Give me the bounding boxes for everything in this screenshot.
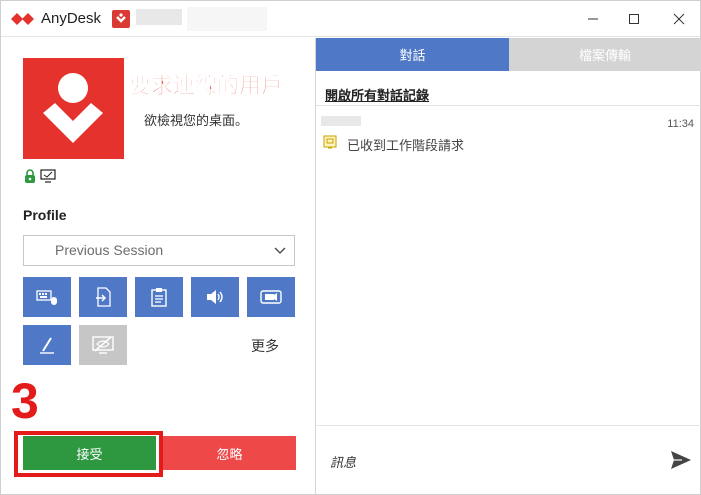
- clipboard-icon: [151, 288, 167, 307]
- more-permissions-link[interactable]: 更多: [251, 336, 279, 356]
- keyboard-mouse-icon: [36, 290, 57, 305]
- minimize-button[interactable]: [581, 7, 605, 31]
- permission-keyboard-mouse-button[interactable]: [23, 277, 71, 317]
- profile-dropdown[interactable]: Previous Session: [23, 235, 295, 266]
- permission-clipboard-button[interactable]: [135, 277, 183, 317]
- anydesk-window: AnyDesk 要求連線的用戶 欲檢視您的桌面。 Profile Previou…: [0, 0, 701, 495]
- permission-sound-button[interactable]: [191, 277, 239, 317]
- open-chat-log-link[interactable]: 開啟所有對話記錄: [325, 85, 429, 104]
- address-field[interactable]: [187, 7, 267, 31]
- session-tab-icon[interactable]: [112, 10, 130, 28]
- maximize-icon: [629, 14, 639, 24]
- permission-file-transfer-button[interactable]: [79, 277, 127, 317]
- sound-icon: [207, 290, 223, 304]
- annotation-step-number: 3: [11, 373, 39, 429]
- draw-pen-icon: [40, 337, 54, 354]
- caller-name-label: 要求連線的用戶: [129, 74, 284, 100]
- session-tab-label-redacted: [136, 9, 182, 25]
- monitor-icon: [40, 169, 56, 183]
- message-sender-redacted: [321, 116, 361, 126]
- permission-camera-button[interactable]: [247, 277, 295, 317]
- tab-file-transfer[interactable]: 檔案傳輸: [509, 38, 701, 71]
- caller-avatar: [23, 58, 124, 159]
- caller-request-description: 欲檢視您的桌面。: [144, 114, 249, 129]
- file-transfer-icon: [96, 287, 111, 307]
- app-title: AnyDesk: [41, 10, 102, 27]
- message-input[interactable]: [330, 453, 650, 473]
- permission-draw-button[interactable]: [23, 325, 71, 365]
- close-button[interactable]: [667, 7, 691, 31]
- message-timestamp: 11:34: [667, 118, 694, 130]
- close-icon: [673, 13, 685, 25]
- minimize-icon: [588, 18, 598, 20]
- permission-privacy-mode-button[interactable]: [79, 325, 127, 365]
- chevron-down-icon: [274, 247, 286, 254]
- camera-icon: [260, 290, 282, 304]
- dismiss-button[interactable]: 忽略: [163, 436, 296, 470]
- incoming-request-panel: 要求連線的用戶 欲檢視您的桌面。 Profile Previous Sessio…: [2, 38, 314, 494]
- annotation-highlight-box: [14, 431, 163, 477]
- maximize-button[interactable]: [622, 7, 646, 31]
- status-icons: [24, 169, 56, 183]
- title-bar: AnyDesk: [1, 1, 700, 37]
- send-icon: [671, 451, 691, 469]
- divider: [316, 105, 701, 106]
- session-request-icon: [323, 135, 337, 149]
- verified-lock-icon: [25, 169, 35, 183]
- compose-divider: [316, 425, 701, 426]
- anydesk-avatar-icon: [43, 73, 103, 143]
- anydesk-tab-icon: [116, 13, 126, 23]
- send-button[interactable]: [668, 447, 694, 473]
- anydesk-logo-icon: [11, 13, 34, 25]
- profile-label: Profile: [23, 207, 67, 223]
- chat-panel: 對話 檔案傳輸 開啟所有對話記錄 11:34 已收到工作階段請求: [315, 38, 701, 494]
- privacy-mode-icon: [92, 336, 114, 354]
- tab-chat[interactable]: 對話: [316, 38, 509, 71]
- message-text: 已收到工作階段請求: [347, 139, 465, 154]
- profile-selected-value: Previous Session: [55, 242, 164, 258]
